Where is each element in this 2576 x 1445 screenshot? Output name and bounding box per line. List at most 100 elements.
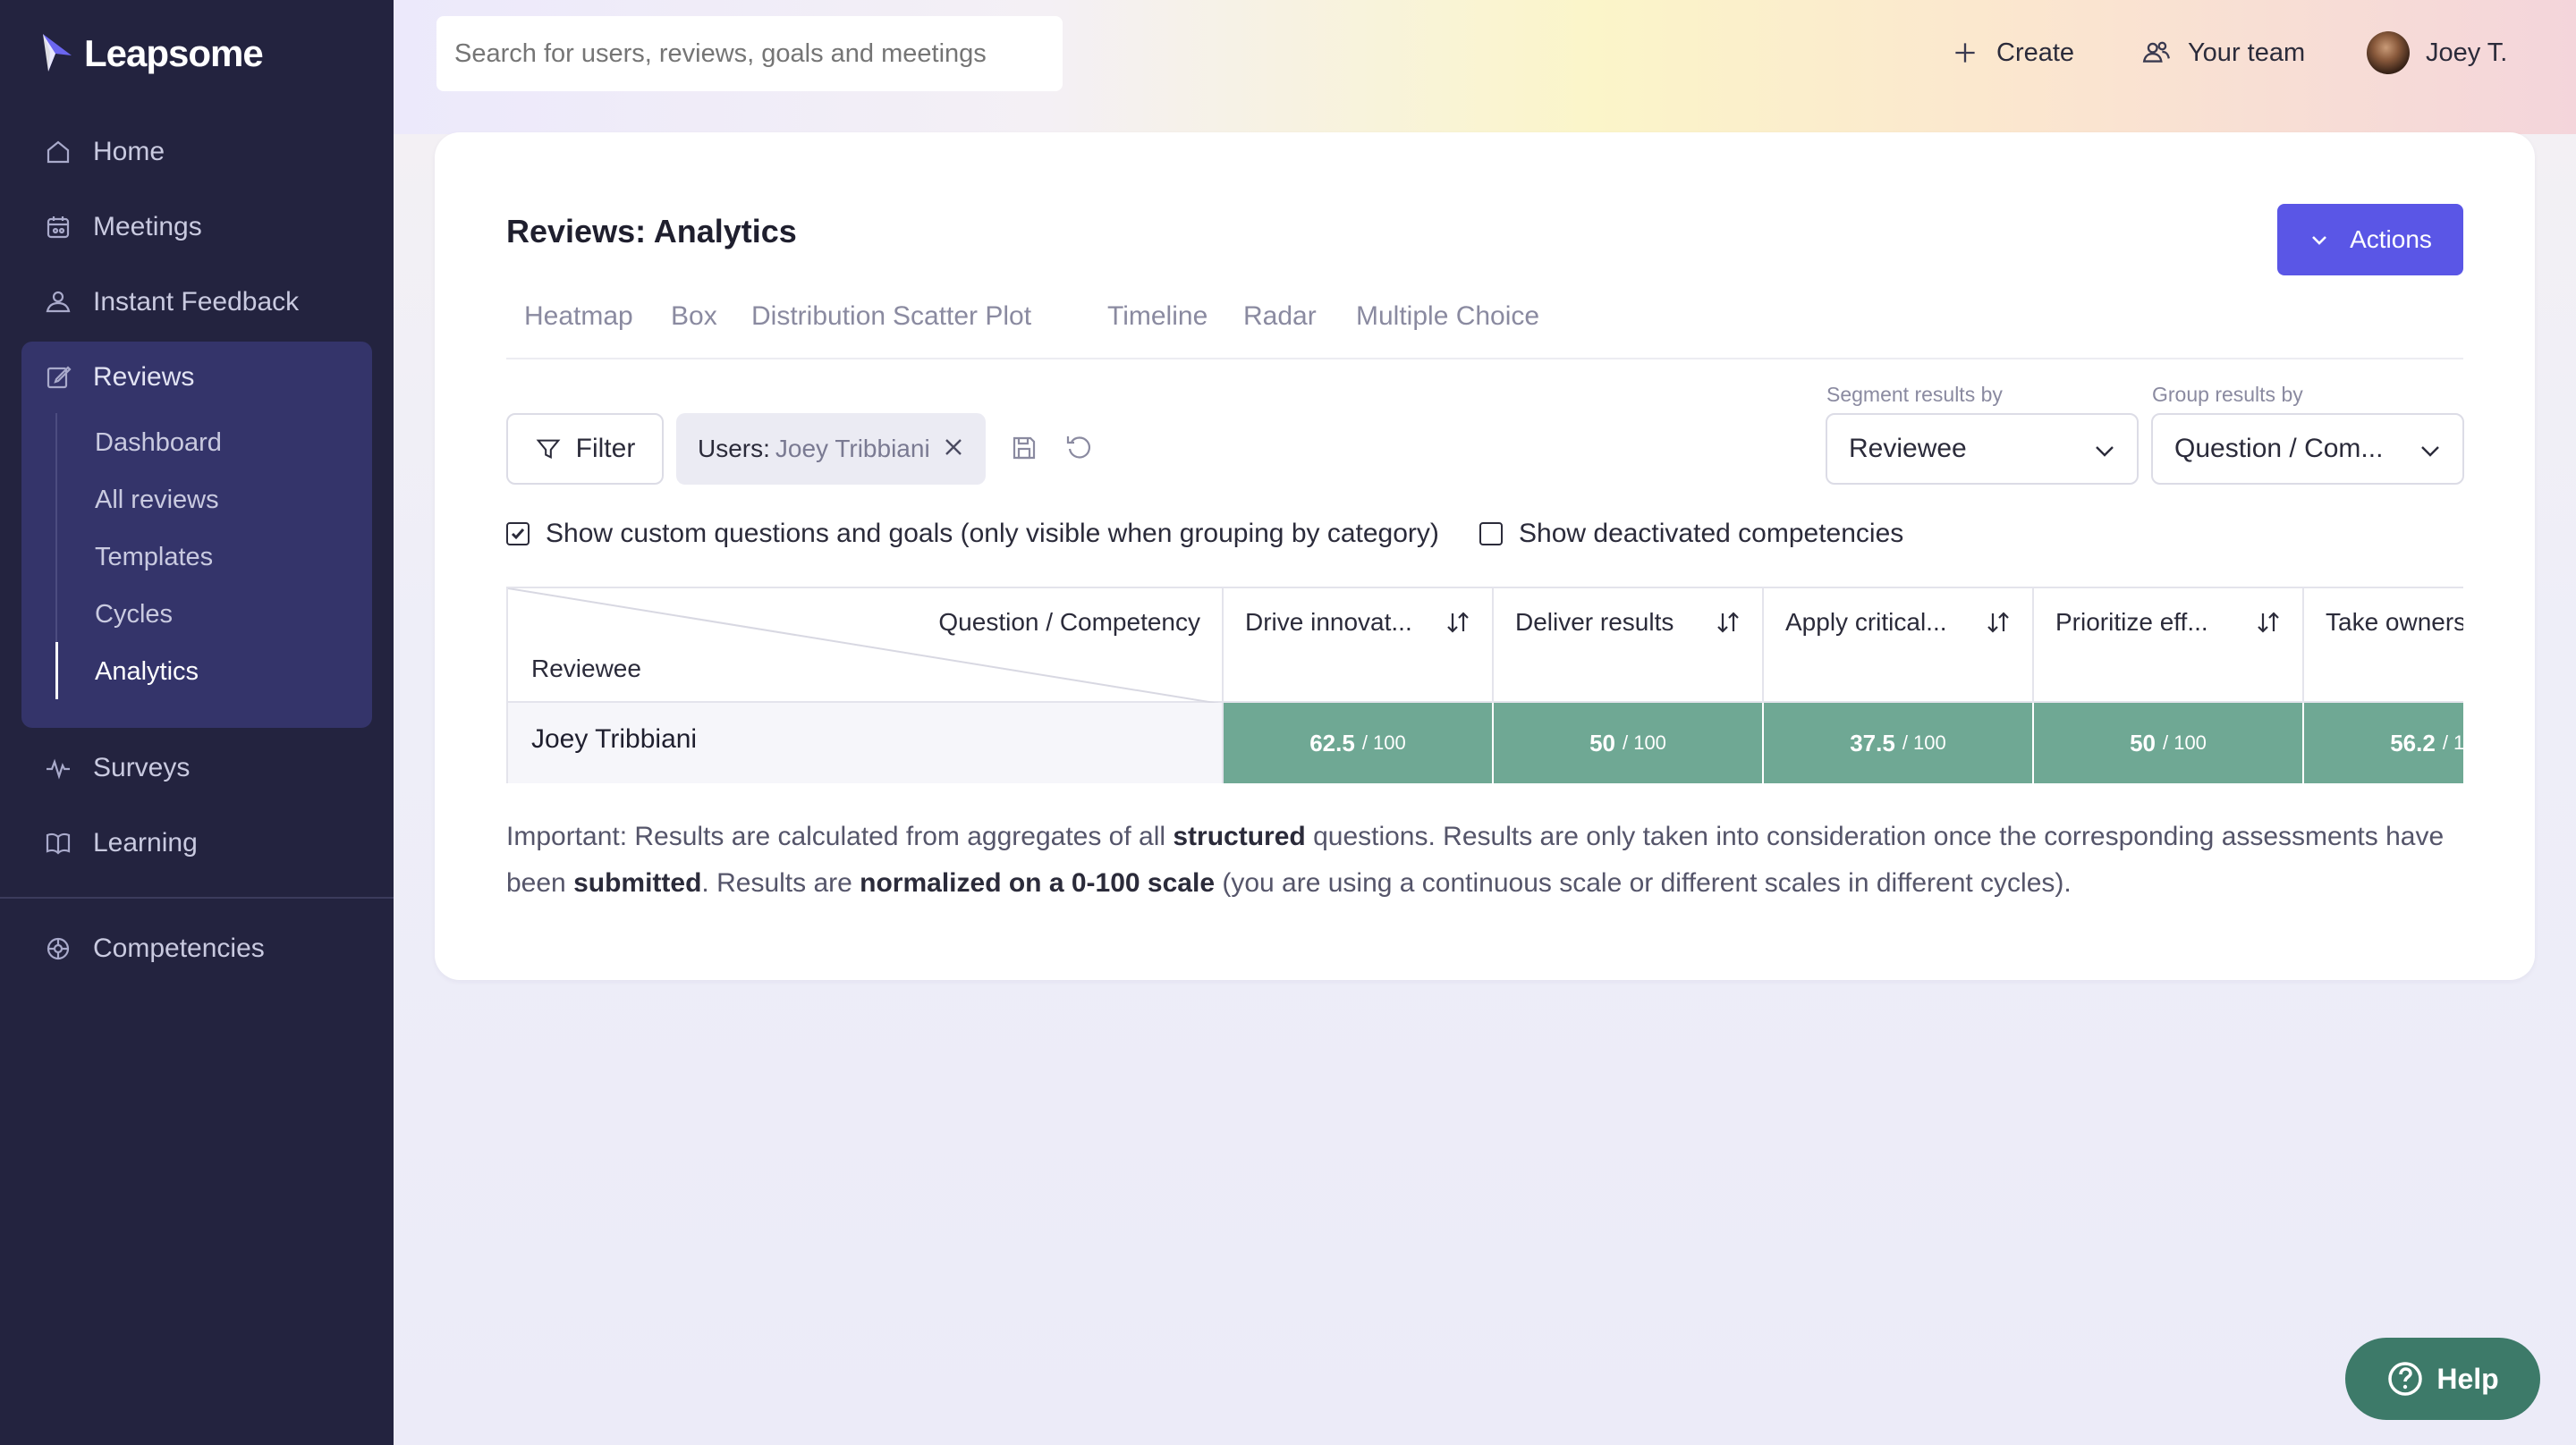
tab-scatter-plot[interactable]: Scatter Plot — [875, 297, 1049, 342]
filter-button[interactable]: Filter — [506, 413, 664, 485]
column-label: Prioritize eff... — [2055, 608, 2208, 636]
results-note: Important: Results are calculated from a… — [506, 814, 2474, 907]
create-button[interactable]: Create — [1950, 30, 2074, 75]
analytics-tabs: Heatmap Box Distribution Scatter Plot Ti… — [506, 297, 2463, 359]
sidebar-item-label: Meetings — [93, 212, 202, 241]
learning-icon — [43, 828, 73, 858]
checkbox-unchecked-icon[interactable] — [1479, 522, 1503, 545]
sort-icon[interactable] — [1714, 608, 1742, 637]
cell-max: / 100 — [1361, 731, 1406, 754]
heatmap-cell[interactable]: 56.2 / 100 — [2304, 703, 2463, 783]
sidebar-item-label: Learning — [93, 828, 198, 858]
sidebar-item-competencies[interactable]: Competencies — [43, 926, 265, 971]
close-icon[interactable] — [941, 435, 966, 460]
chip-key: Users: — [698, 435, 770, 462]
heatmap-table: Question / Competency Reviewee Drive inn… — [506, 587, 2463, 785]
column-header[interactable]: Take owners — [2304, 588, 2463, 705]
leapsome-logo[interactable]: Leapsome — [39, 32, 264, 75]
question-icon — [2388, 1362, 2423, 1396]
home-icon — [43, 137, 73, 167]
note-text: (you are using a continuous scale or dif… — [1215, 868, 2072, 898]
your-team-label: Your team — [2188, 38, 2306, 67]
cell-value: 50 — [1589, 729, 1615, 756]
custom-questions-checkbox[interactable]: Show custom questions and goals (only vi… — [506, 519, 1439, 549]
checkbox-checked-icon[interactable] — [506, 522, 530, 545]
column-label: Apply critical... — [1785, 608, 1947, 636]
tab-heatmap[interactable]: Heatmap — [506, 297, 651, 342]
heatmap-cell[interactable]: 62.5 / 100 — [1224, 703, 1494, 783]
actions-button[interactable]: Actions — [2277, 204, 2463, 275]
surveys-icon — [43, 753, 73, 783]
note-text: . Results are — [701, 868, 860, 898]
note-bold: normalized on a 0-100 scale — [860, 868, 1215, 898]
sidebar-sub-all-reviews[interactable]: All reviews — [95, 482, 219, 518]
column-header[interactable]: Drive innovat... — [1224, 588, 1494, 705]
tab-multiple-choice[interactable]: Multiple Choice — [1338, 297, 1557, 342]
group-select[interactable]: Question / Com... — [2151, 413, 2464, 485]
team-icon — [2142, 41, 2170, 63]
table-row: Joey Tribbiani 62.5 / 100 50 / 100 37.5 / 1… — [506, 703, 2463, 783]
segment-label: Segment results by — [1826, 383, 2003, 406]
filter-icon — [536, 439, 561, 460]
sidebar-item-instant-feedback[interactable]: Instant Feedback — [43, 280, 299, 325]
chevron-down-icon — [2312, 236, 2326, 245]
leapsome-logo-icon — [43, 34, 72, 72]
user-filter-chip[interactable]: Users: Joey Tribbiani — [676, 413, 986, 485]
segment-select[interactable]: Reviewee — [1826, 413, 2139, 485]
heatmap-cell[interactable]: 50 / 100 — [2034, 703, 2304, 783]
reset-filter-icon[interactable] — [1064, 433, 1095, 463]
help-label: Help — [2436, 1362, 2499, 1395]
avatar — [2367, 31, 2410, 74]
sidebar-sub-cycles[interactable]: Cycles — [95, 596, 173, 632]
save-filter-icon[interactable] — [1009, 433, 1039, 463]
sidebar-divider — [0, 897, 394, 899]
user-menu[interactable]: Joey T. — [2367, 30, 2507, 75]
app-name: Leapsome — [84, 32, 264, 74]
chip-value: Joey Tribbiani — [775, 435, 930, 462]
sidebar-sub-dashboard[interactable]: Dashboard — [95, 425, 222, 461]
filter-label: Filter — [575, 434, 636, 463]
corner-diagonal — [508, 588, 1225, 705]
chevron-down-icon — [2096, 446, 2114, 457]
corner-label-question: Question / Competency — [938, 608, 1200, 636]
heatmap-cell[interactable]: 50 / 100 — [1494, 703, 1764, 783]
sidebar-item-surveys[interactable]: Surveys — [43, 746, 190, 790]
corner-label-reviewee: Reviewee — [531, 655, 641, 682]
tab-radar[interactable]: Radar — [1225, 297, 1335, 342]
note-bold: submitted — [573, 868, 702, 898]
sub-nav-active-indicator — [55, 642, 58, 699]
sort-icon[interactable] — [2254, 608, 2283, 637]
search-input[interactable] — [436, 16, 1063, 91]
cell-value: 56.2 — [2390, 729, 2436, 756]
sidebar-sub-templates[interactable]: Templates — [95, 539, 213, 575]
your-team-button[interactable]: Your team — [2141, 30, 2305, 75]
cell-max: / 100 — [1622, 731, 1666, 754]
cell-max: / 100 — [2442, 731, 2463, 754]
reviewee-name[interactable]: Joey Tribbiani — [506, 703, 1224, 783]
plus-icon — [1955, 43, 1975, 63]
page-title: Reviews: Analytics — [506, 213, 797, 249]
column-header[interactable]: Prioritize eff... — [2034, 588, 2304, 705]
actions-label: Actions — [2350, 225, 2432, 253]
sidebar-item-meetings[interactable]: Meetings — [43, 205, 202, 249]
sidebar-item-reviews[interactable]: Reviews — [43, 355, 194, 400]
sort-icon[interactable] — [1444, 608, 1472, 637]
sort-icon[interactable] — [1984, 608, 2012, 637]
tab-box[interactable]: Box — [653, 297, 735, 342]
sidebar-item-home[interactable]: Home — [43, 130, 165, 174]
reviews-icon — [43, 362, 73, 393]
table-header: Question / Competency Reviewee Drive inn… — [506, 587, 2463, 705]
competencies-icon — [43, 934, 73, 964]
tab-timeline[interactable]: Timeline — [1089, 297, 1225, 342]
sidebar-sub-analytics[interactable]: Analytics — [95, 654, 199, 689]
deactivated-label: Show deactivated competencies — [1519, 519, 1904, 548]
help-button[interactable]: Help — [2345, 1338, 2540, 1420]
heatmap-cell[interactable]: 37.5 / 100 — [1764, 703, 2034, 783]
column-header[interactable]: Deliver results — [1494, 588, 1764, 705]
sidebar-item-learning[interactable]: Learning — [43, 821, 198, 866]
column-label: Drive innovat... — [1245, 608, 1412, 636]
cell-value: 37.5 — [1850, 729, 1895, 756]
cell-max: / 100 — [1902, 731, 1946, 754]
deactivated-competencies-checkbox[interactable]: Show deactivated competencies — [1479, 519, 1903, 549]
column-header[interactable]: Apply critical... — [1764, 588, 2034, 705]
